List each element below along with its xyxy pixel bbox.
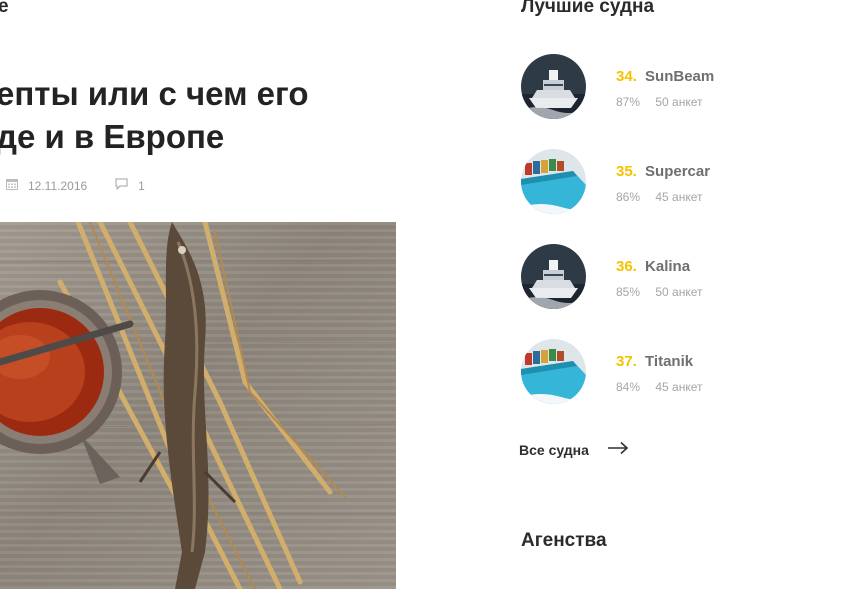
ship-rank: 35. <box>616 163 637 180</box>
superyacht-icon[interactable] <box>521 54 586 119</box>
article-card: е епты или с чем его де и в Европе 12.11… <box>0 0 400 589</box>
ship-item[interactable]: 34. SunBeam 87% 50 анкет <box>521 54 841 120</box>
ship-surveys: 45 анкет <box>655 190 703 204</box>
ship-item[interactable]: 37. Titanik 84% 45 анкет <box>521 339 841 405</box>
ship-rank: 34. <box>616 68 637 85</box>
article-title-line-2[interactable]: де и в Европе <box>0 115 309 158</box>
best-ships-title: Лучшие судна <box>521 0 655 17</box>
ship-percent: 87% <box>616 95 641 109</box>
ship-stats: 86% 45 анкет <box>616 190 703 204</box>
food-photo-illustration <box>0 222 396 589</box>
article-title-line-1[interactable]: епты или с чем его <box>0 72 309 115</box>
best-ships-sidebar: Лучшие судна 34. SunBeam 87% 50 анкет 35… <box>519 0 849 589</box>
ship-name[interactable]: Supercar <box>645 163 710 180</box>
ship-rank: 36. <box>616 258 637 275</box>
comments-count[interactable]: 1 <box>138 179 145 193</box>
ship-surveys: 50 анкет <box>655 95 703 109</box>
ship-item[interactable]: 35. Supercar 86% 45 анкет <box>521 149 841 215</box>
section-heading: е <box>0 0 9 17</box>
ship-name[interactable]: Kalina <box>645 258 690 275</box>
container-ship-icon[interactable] <box>521 339 586 404</box>
superyacht-icon[interactable] <box>521 244 586 309</box>
ship-stats: 85% 50 анкет <box>616 285 703 299</box>
ship-percent: 84% <box>616 380 641 394</box>
ship-surveys: 50 анкет <box>655 285 703 299</box>
ship-name[interactable]: Titanik <box>645 353 693 370</box>
ship-name[interactable]: SunBeam <box>645 68 714 85</box>
page: е епты или с чем его де и в Европе 12.11… <box>0 0 861 589</box>
container-ship-icon[interactable] <box>521 149 586 214</box>
article-date: 12.11.2016 <box>28 178 88 193</box>
article-image[interactable] <box>0 222 396 589</box>
article-meta: 12.11.2016 1 <box>6 178 145 193</box>
all-ships-label[interactable]: Все судна <box>519 442 589 458</box>
ship-name-line[interactable]: 35. Supercar <box>616 163 710 180</box>
ship-name-line[interactable]: 34. SunBeam <box>616 68 714 85</box>
ship-surveys: 45 анкет <box>655 380 703 394</box>
ship-percent: 86% <box>616 190 641 204</box>
ship-percent: 85% <box>616 285 641 299</box>
comment-icon <box>115 178 128 193</box>
ship-name-line[interactable]: 36. Kalina <box>616 258 690 275</box>
ship-item[interactable]: 36. Kalina 85% 50 анкет <box>521 244 841 310</box>
calendar-icon <box>6 178 18 193</box>
article-title[interactable]: епты или с чем его де и в Европе <box>0 72 309 158</box>
all-ships-link[interactable]: Все судна <box>519 441 629 458</box>
ship-stats: 84% 45 анкет <box>616 380 703 394</box>
agencies-title: Агенства <box>521 530 607 551</box>
ship-name-line[interactable]: 37. Titanik <box>616 353 693 370</box>
ship-stats: 87% 50 анкет <box>616 95 703 109</box>
arrow-right-icon[interactable] <box>607 441 629 458</box>
ship-rank: 37. <box>616 353 637 370</box>
